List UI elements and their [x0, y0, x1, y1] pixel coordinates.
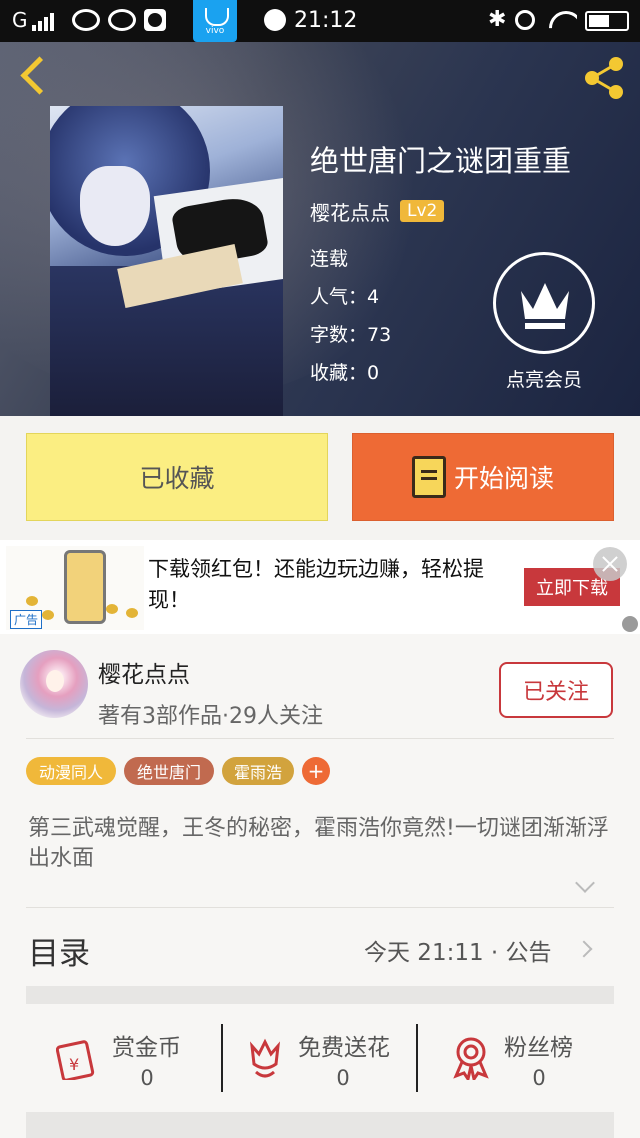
back-chevron-icon[interactable]	[16, 56, 52, 96]
book-icon	[411, 456, 446, 498]
bluetooth-icon: ✱	[488, 7, 507, 32]
toc-latest[interactable]: 今天 21:11 · 公告	[364, 933, 552, 967]
book-header: 绝世唐门之谜团重重 樱花点点 Lv2 连载 人气：4 字数：73 收藏：0 点亮…	[0, 42, 640, 416]
book-author[interactable]: 樱花点点	[310, 197, 390, 226]
tag-chip[interactable]: 霍雨浩	[222, 757, 294, 785]
clock-time: 21:12	[294, 8, 358, 33]
vivo-store-icon: vivo	[193, 0, 237, 42]
feature-count: 0	[140, 1066, 154, 1090]
feature-label: 免费送花	[298, 1035, 390, 1061]
book-word-count: 字数：73	[310, 324, 392, 346]
divider	[26, 738, 614, 739]
divider	[221, 1024, 223, 1092]
tag-chip[interactable]: 动漫同人	[26, 757, 116, 785]
red-envelope-icon: ¥	[56, 1040, 95, 1080]
wifi-icon	[549, 9, 577, 31]
vip-crown-button[interactable]	[493, 252, 595, 354]
crown-icon	[521, 283, 569, 329]
collected-button[interactable]: 已收藏	[26, 433, 328, 521]
author-name[interactable]: 樱花点点	[98, 655, 190, 689]
app-icon	[264, 9, 286, 31]
divider	[416, 1024, 418, 1092]
close-icon[interactable]	[593, 547, 627, 581]
fan-ranking-button[interactable]: 粉丝榜 0	[448, 1022, 640, 1102]
vip-label[interactable]: 点亮会员	[480, 365, 608, 392]
toc-title[interactable]: 目录	[28, 928, 90, 973]
follow-button[interactable]: 已关注	[499, 662, 613, 718]
book-description: 第三武魂觉醒，王冬的秘密，霍雨浩你竟然!一切谜团渐渐浮出水面	[28, 816, 609, 871]
book-title: 绝世唐门之谜团重重	[310, 144, 572, 178]
ad-info-icon	[622, 616, 638, 632]
start-reading-button[interactable]: 开始阅读	[352, 433, 614, 521]
battery-icon	[585, 11, 629, 31]
feature-label: 赏金币	[112, 1035, 181, 1061]
avatar[interactable]	[20, 650, 88, 718]
send-flower-button[interactable]: 免费送花 0	[242, 1022, 438, 1102]
author-row: 樱花点点 Lv2	[310, 196, 445, 226]
ad-text: 下载领红包！还能边玩边赚，轻松提现！	[148, 557, 484, 612]
add-tag-button[interactable]: +	[302, 757, 330, 785]
weibo-icon	[72, 9, 100, 31]
book-popularity: 人气：4	[310, 286, 380, 308]
book-favorites: 收藏：0	[310, 362, 380, 384]
flower-icon	[249, 1038, 281, 1078]
author-stats: 著有3部作品·29人关注	[98, 704, 323, 729]
level-badge: Lv2	[400, 200, 445, 222]
svg-text:¥: ¥	[69, 1055, 79, 1074]
share-icon[interactable]	[580, 54, 628, 102]
medal-icon	[453, 1037, 489, 1080]
ad-badge: 广告	[10, 610, 43, 629]
book-cover-image	[50, 106, 283, 416]
feature-count: 0	[336, 1066, 350, 1090]
status-bar: G vivo 21:12 ✱	[0, 0, 640, 42]
feature-count: 0	[532, 1066, 546, 1090]
signal-icon	[32, 13, 60, 31]
alarm-icon	[515, 10, 535, 30]
feature-label: 粉丝榜	[504, 1035, 573, 1061]
section-divider	[26, 1112, 614, 1138]
start-reading-label: 开始阅读	[453, 464, 554, 493]
divider	[26, 907, 614, 908]
vivo-label: vivo	[205, 26, 225, 36]
weibo-icon-2	[108, 9, 136, 31]
carrier-label: G	[12, 8, 29, 32]
section-divider	[26, 986, 614, 1004]
globe-icon	[144, 9, 166, 31]
collected-label: 已收藏	[139, 464, 215, 493]
book-status: 连载	[310, 248, 349, 270]
tag-chip[interactable]: 绝世唐门	[124, 757, 214, 785]
